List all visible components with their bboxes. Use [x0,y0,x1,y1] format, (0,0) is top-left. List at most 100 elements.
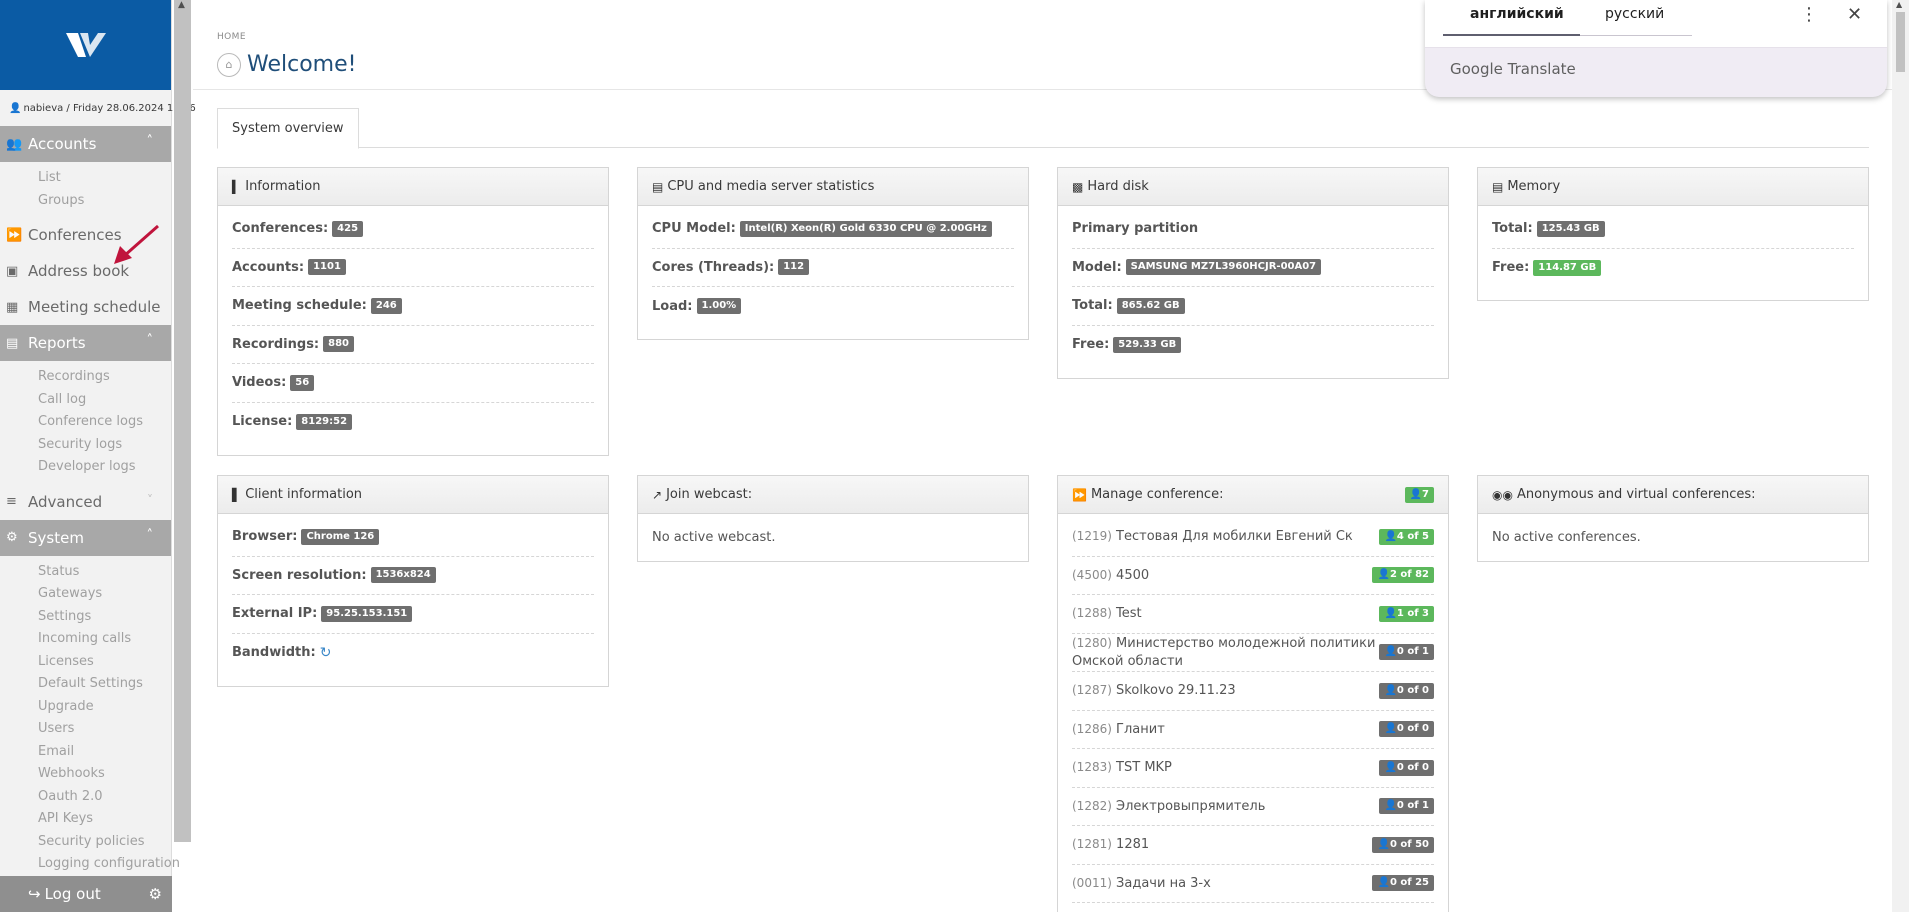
conference-row[interactable]: (1287) Skolkovo 29.11.23 👤0 of 0 [1072,672,1434,711]
cpu-panel: ▤ CPU and media server statistics CPU Mo… [637,167,1029,340]
empty-message: No active conferences. [1492,529,1641,545]
users-icon: 👥 [6,136,23,152]
fast-forward-icon: ⏩ [6,227,23,243]
participants-badge: 👤1 of 3 [1379,605,1434,622]
sidebar-scrollbar[interactable]: ▲ [174,0,191,842]
value-badge: 1101 [308,259,346,276]
conference-name[interactable]: (1282) Электровыпрямитель [1072,797,1265,816]
conference-name[interactable]: (1281) 1281 [1072,835,1149,854]
sidebar-item-gateways[interactable]: Gateways [0,583,171,606]
active-count-badge: 👤7 [1404,487,1434,503]
sidebar-item-licenses[interactable]: Licenses [0,651,171,674]
translate-bar: английский русский ⋮ ✕ [1425,0,1887,48]
conference-row[interactable]: (1280) Министерство молодежной политики … [1072,634,1434,672]
row-label: License: [232,414,293,430]
conference-name[interactable]: (1288) Test [1072,604,1142,623]
sidebar-item-default-settings[interactable]: Default Settings [0,673,171,696]
value-badge: 56 [290,374,315,391]
conference-name[interactable]: (1219) Тестовая Для мобилки Евгений Ск [1072,527,1353,546]
client-row-browser: Browser: Chrome 126 [232,518,594,557]
row-label: Model: [1072,259,1122,275]
value-badge: 125.43 GB [1536,220,1605,237]
sidebar-item-upgrade[interactable]: Upgrade [0,696,171,719]
sidebar-item-groups[interactable]: Groups [0,190,171,213]
sidebar-item-settings[interactable]: Settings [0,606,171,629]
calendar-icon: ▦ [6,299,19,315]
value-badge: 865.62 GB [1116,297,1185,314]
conference-row[interactable]: (1286) Гланит 👤0 of 0 [1072,711,1434,749]
breadcrumb[interactable]: HOME [217,32,246,42]
scroll-up-icon[interactable]: ▲ [178,0,185,10]
logout-button[interactable]: ↪ Log out ⚙ [0,876,172,912]
conference-name[interactable]: (1286) Гланит [1072,720,1165,739]
sidebar-group-system[interactable]: ⚙ System ˄ [0,519,171,556]
conference-name[interactable]: (0011) Задачи на 3-х [1072,874,1211,893]
row-label: Total: [1072,298,1113,314]
sidebar-item-recordings[interactable]: Recordings [0,366,171,389]
conference-row[interactable]: (4500) 4500 👤2 of 82 [1072,557,1434,595]
tab-system-overview[interactable]: System overview [217,108,359,149]
conference-row[interactable]: (1219) Тестовая Для мобилки Евгений Ск 👤4… [1072,518,1434,557]
conference-title: TST MKP [1116,760,1172,776]
chevron-up-icon: ˄ [146,333,154,348]
server-icon: ▤ [652,179,664,194]
inbox-icon: ▤ [1492,179,1504,194]
translate-popup: английский русский ⋮ ✕ Google Translate [1425,0,1887,97]
sidebar-item-developer-logs[interactable]: Developer logs [0,456,171,479]
manage-conference-panel: ⏩ Manage conference: 👤7 (1219) Тестовая … [1057,475,1449,912]
sidebar-group-accounts[interactable]: 👥 Accounts ˄ [0,126,171,162]
row-label: Primary partition [1072,221,1199,237]
conference-row[interactable]: (1283) TST MKP 👤0 of 0 [1072,749,1434,788]
logout-icon: ↪ [28,885,41,903]
sidebar-item-list[interactable]: List [0,167,171,190]
conference-row[interactable]: (0011) Задачи на 3-х 👤0 of 25 [1072,865,1434,903]
scrollbar-thumb[interactable] [1896,12,1905,72]
refresh-icon[interactable]: ↻ [320,645,332,661]
sidebar-item-security-logs[interactable]: Security logs [0,434,171,457]
translate-lang-source[interactable]: английский [1470,6,1564,22]
user-icon: 👤 [1384,607,1397,619]
panel-header: ▤ Memory [1478,168,1868,206]
page-scrollbar[interactable]: ▲ [1892,0,1909,912]
sidebar-item-advanced[interactable]: ≡ Advanced ˅ [0,484,171,520]
sidebar-group-reports[interactable]: ▤ Reports ˄ [0,325,171,361]
sidebar-item-users[interactable]: Users [0,718,171,741]
conference-name[interactable]: (4500) 4500 [1072,566,1149,585]
more-vert-icon[interactable]: ⋮ [1800,4,1818,25]
sidebar-item-status[interactable]: Status [0,561,171,584]
sidebar-item-oauth[interactable]: Oauth 2.0 [0,786,171,809]
system-submenu: Status Gateways Settings Incoming calls … [0,556,180,881]
row-label: CPU Model: [652,221,736,237]
home-icon[interactable]: ⌂ [217,52,241,77]
logo[interactable] [0,0,171,90]
sidebar-item-webhooks[interactable]: Webhooks [0,763,171,786]
sidebar-item-incoming-calls[interactable]: Incoming calls [0,628,171,651]
participants-count: 2 of 82 [1389,569,1429,581]
row-label: Free: [1072,337,1110,353]
sidebar-item-meeting-schedule[interactable]: ▦ Meeting schedule [0,289,171,325]
conference-row[interactable]: (1288) Test 👤1 of 3 [1072,595,1434,634]
panel-title: Anonymous and virtual conferences: [1516,487,1756,502]
sidebar-item-email[interactable]: Email [0,741,171,764]
conference-row[interactable]: (1282) Электровыпрямитель 👤0 of 1 [1072,788,1434,826]
participants-badge: 👤4 of 5 [1379,528,1434,545]
conference-name[interactable]: (1280) Министерство молодежной политики … [1072,634,1379,671]
close-icon[interactable]: ✕ [1847,4,1862,25]
scroll-up-icon[interactable]: ▲ [1896,0,1902,9]
sidebar-item-security-policies[interactable]: Security policies [0,831,171,854]
conference-row[interactable]: (1281) 1281 👤0 of 50 [1072,826,1434,865]
gear-icon[interactable]: ⚙ [149,885,162,903]
memory-row-total: Total: 125.43 GB [1492,210,1854,249]
sidebar-item-call-log[interactable]: Call log [0,389,171,412]
cpu-row-load: Load: 1.00% [652,287,1014,326]
translate-lang-target[interactable]: русский [1605,6,1664,22]
value-badge: 114.87 GB [1533,259,1602,276]
participants-badge: 👤0 of 0 [1379,682,1434,699]
conference-name[interactable]: (1287) Skolkovo 29.11.23 [1072,681,1236,700]
conference-name[interactable]: (1283) TST MKP [1072,758,1172,777]
client-row-resolution: Screen resolution: 1536x824 [232,557,594,595]
sidebar-item-conference-logs[interactable]: Conference logs [0,411,171,434]
sidebar-item-logging-configuration[interactable]: Logging configuration [0,853,180,876]
sidebar-item-api-keys[interactable]: API Keys [0,808,171,831]
webcast-empty-row: No active webcast. [652,518,1014,557]
